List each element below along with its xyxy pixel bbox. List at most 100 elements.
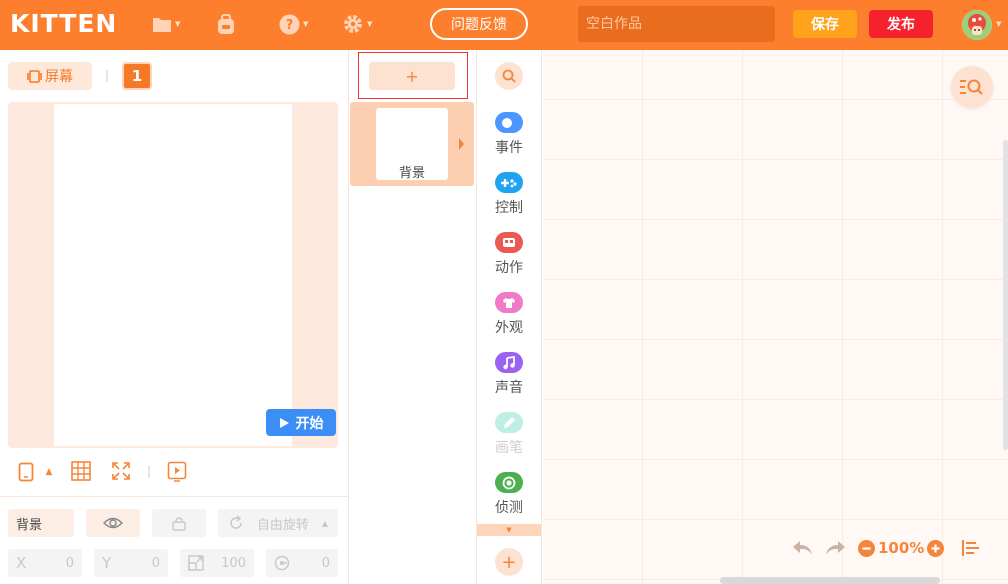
sensing-icon: [495, 472, 523, 493]
category-label: 声音: [495, 380, 523, 396]
direction-value: 0: [321, 555, 330, 571]
shirt-icon: [495, 292, 523, 313]
stage-area[interactable]: [8, 102, 338, 448]
x-label: X: [16, 554, 27, 572]
events-icon: [495, 112, 523, 133]
stage-canvas[interactable]: [54, 104, 292, 446]
file-menu[interactable]: ▼: [152, 11, 180, 37]
category-label: 外观: [495, 320, 523, 336]
gamepad-icon: [495, 172, 523, 193]
rotation-mode-select[interactable]: 自由旋转 ▲: [218, 509, 338, 537]
category-label: 侦测: [495, 500, 523, 516]
block-search-button[interactable]: [495, 62, 523, 90]
screen-button[interactable]: 屏幕: [8, 62, 92, 90]
help-icon: ?: [279, 14, 300, 34]
y-position-field[interactable]: Y 0: [94, 549, 168, 577]
stage-panel: 屏幕 | 1 ▲ |: [0, 50, 349, 584]
zoom-controls: 100%: [790, 536, 980, 560]
top-bar: KITTEN ▼ ? ▼ ▼ 问题反馈 保存 发布 ▼: [0, 0, 1008, 50]
size-value: 100: [221, 555, 246, 571]
workspace-search-button[interactable]: [951, 66, 993, 108]
help-menu[interactable]: ? ▼: [279, 11, 308, 37]
vertical-scrollbar[interactable]: [1003, 140, 1008, 450]
plus-icon: +: [501, 551, 517, 573]
preview-button[interactable]: [166, 460, 188, 482]
add-extension-button[interactable]: +: [495, 548, 523, 576]
chevron-down-icon: ▼: [506, 526, 512, 534]
play-icon: [279, 417, 289, 428]
expand-arrow-icon[interactable]: [459, 138, 464, 150]
align-blocks-icon[interactable]: [962, 540, 980, 556]
chevron-down-icon: ▼: [175, 20, 181, 28]
object-name-field[interactable]: 背景: [8, 509, 74, 537]
visibility-toggle[interactable]: [86, 509, 140, 537]
start-label: 开始: [295, 415, 324, 432]
y-label: Y: [102, 554, 112, 572]
chevron-down-icon[interactable]: ▼: [996, 20, 1001, 28]
screen-tab-1[interactable]: 1: [122, 62, 152, 90]
settings-menu[interactable]: ▼: [342, 11, 372, 37]
category-sound[interactable]: 声音: [477, 352, 541, 402]
divider: |: [105, 68, 110, 82]
horizontal-scrollbar[interactable]: [720, 577, 940, 584]
music-note-icon: [495, 352, 523, 373]
feedback-button[interactable]: 问题反馈: [430, 8, 528, 40]
category-label: 控制: [495, 200, 523, 216]
rotation-mode-label: 自由旋转: [256, 517, 309, 533]
backpack-icon: [218, 14, 234, 34]
train-icon: [495, 232, 523, 253]
zoom-in-icon[interactable]: [927, 539, 945, 557]
caret-up-icon: ▲: [321, 518, 328, 528]
category-label: 事件: [495, 140, 523, 156]
start-button[interactable]: 开始: [266, 409, 336, 436]
avatar[interactable]: [962, 10, 992, 40]
background-label: 背景: [398, 166, 425, 181]
category-motion[interactable]: 动作: [477, 232, 541, 282]
user-avatar-icon: [962, 10, 992, 40]
x-value: 0: [65, 555, 74, 571]
folder-icon: [153, 17, 171, 32]
category-sensing[interactable]: 侦测: [477, 472, 541, 522]
category-events[interactable]: 事件: [477, 112, 541, 162]
category-control[interactable]: 控制: [477, 172, 541, 222]
direction-icon: [274, 555, 290, 571]
category-label: 画笔: [495, 440, 523, 456]
category-looks[interactable]: 外观: [477, 292, 541, 342]
divider: |: [147, 464, 152, 478]
screen-icon: [27, 69, 42, 83]
save-button[interactable]: 保存: [793, 10, 857, 38]
lock-icon: [172, 517, 186, 531]
lock-toggle[interactable]: [152, 509, 206, 537]
direction-field[interactable]: 0: [266, 549, 338, 577]
fullscreen-button[interactable]: [110, 460, 132, 482]
portrait-mode-button[interactable]: [16, 460, 36, 484]
chevron-down-icon: ▼: [367, 20, 373, 28]
category-pen[interactable]: 画笔: [477, 412, 541, 462]
app-logo[interactable]: KITTEN: [10, 9, 117, 38]
divider: [0, 496, 349, 497]
svg-text:?: ?: [286, 18, 294, 33]
category-label: 动作: [495, 260, 523, 276]
x-position-field[interactable]: X 0: [8, 549, 82, 577]
phone-icon: [18, 462, 34, 482]
size-field[interactable]: 100: [180, 549, 254, 577]
grid-toggle-button[interactable]: [70, 460, 92, 482]
zoom-out-icon[interactable]: [858, 539, 875, 557]
screen-label: 屏幕: [45, 69, 73, 85]
pen-icon: [495, 412, 523, 433]
project-title-input[interactable]: [578, 6, 775, 42]
chevron-down-icon: ▼: [303, 20, 309, 28]
caret-up-icon[interactable]: ▲: [42, 464, 56, 480]
grid-icon: [71, 461, 91, 481]
expand-icon: [112, 462, 130, 480]
backpack-button[interactable]: [215, 11, 237, 37]
add-sprite-button[interactable]: +: [369, 62, 455, 90]
undo-icon[interactable]: [790, 538, 816, 558]
rotate-icon: [230, 515, 242, 529]
y-value: 0: [151, 555, 160, 571]
redo-icon[interactable]: [822, 538, 848, 558]
gear-icon: [344, 15, 362, 33]
publish-button[interactable]: 发布: [869, 10, 933, 38]
code-workspace[interactable]: [543, 50, 1008, 584]
more-categories-button[interactable]: ▼: [477, 524, 541, 536]
